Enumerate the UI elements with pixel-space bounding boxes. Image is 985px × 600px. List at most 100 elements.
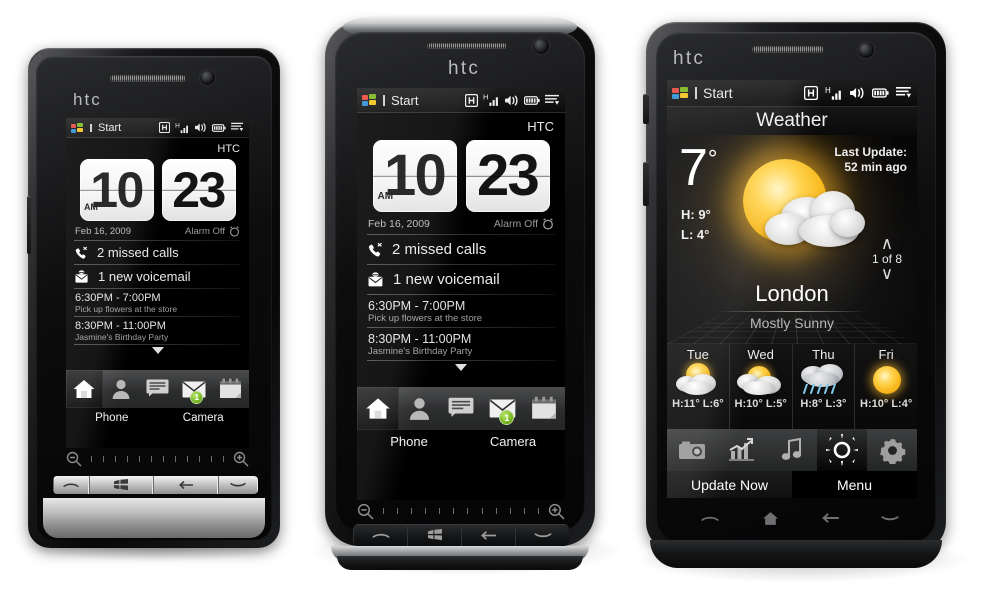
end-call-key[interactable] [860, 504, 920, 532]
dock-item-mail[interactable]: 1 [176, 370, 213, 408]
dock-item-camera[interactable] [667, 429, 717, 471]
send-call-key[interactable] [680, 504, 740, 532]
hsdpa-signal-icon[interactable]: H [175, 122, 189, 134]
dock-item-stocks[interactable] [717, 429, 767, 471]
volume-rocker[interactable] [27, 196, 31, 254]
status-icons[interactable]: H [465, 93, 565, 107]
volume-mute-icon[interactable] [849, 86, 865, 100]
phone-right-screen[interactable]: Start H Weather 7° H: 9° L: 4° Last Upda… [667, 80, 917, 498]
hsdpa-signal-icon[interactable]: H [825, 86, 842, 101]
softkey-right[interactable]: Camera [158, 408, 250, 429]
phone-middle-screen[interactable]: Start H HTC 10 AM 23 Feb 16, 2009 Alarm … [357, 88, 565, 500]
back-key[interactable] [800, 504, 860, 532]
condition-label: Mostly Sunny [749, 315, 835, 331]
dock-item-settings[interactable] [867, 429, 917, 471]
dock-item-messages[interactable] [139, 370, 176, 408]
app-dock[interactable] [667, 429, 917, 471]
notification-voicemail[interactable]: 1 new voicemail [66, 265, 249, 288]
hsdpa-signal-icon[interactable]: H [483, 93, 499, 107]
softkey-right[interactable]: Camera [461, 430, 565, 454]
appointment-1[interactable]: 6:30PM - 7:00PM Pick up flowers at the s… [357, 295, 565, 327]
forecast-day[interactable]: Thu H:8° L:3° [793, 344, 856, 429]
zoom-strip[interactable] [66, 448, 249, 470]
expand-caret-icon[interactable] [151, 347, 164, 354]
battery-icon[interactable] [872, 87, 889, 99]
front-camera-icon [533, 38, 549, 54]
back-key[interactable] [461, 524, 515, 546]
softkey-left[interactable]: Phone [357, 430, 461, 454]
status-bar[interactable]: Start H [667, 80, 917, 107]
home-key[interactable] [740, 504, 800, 532]
flip-clock[interactable]: 10 AM 23 [66, 159, 249, 221]
send-call-key[interactable] [353, 524, 407, 546]
softkey-update-now[interactable]: Update Now [667, 471, 792, 498]
zoom-strip[interactable] [357, 500, 565, 522]
bluetooth-h-icon[interactable] [159, 122, 170, 133]
dock-item-weather[interactable] [817, 429, 867, 471]
forecast-day[interactable]: Wed H:10° L:5° [730, 344, 793, 429]
hardware-key-row[interactable] [353, 524, 569, 546]
softkey-bar[interactable]: Phone Camera [66, 408, 249, 429]
forecast-day[interactable]: Fri H:10° L:4° [855, 344, 917, 429]
last-update-label: Last Update: [834, 145, 907, 159]
appointment-2[interactable]: 8:30PM - 11:00PM Jasmine's Birthday Part… [357, 328, 565, 360]
notification-missed-calls[interactable]: 2 missed calls [357, 235, 565, 264]
dock-item-home[interactable] [357, 387, 399, 430]
dock-item-mail[interactable]: 1 [482, 387, 524, 430]
softkey-menu[interactable]: Menu [792, 471, 917, 498]
battery-icon[interactable] [524, 95, 540, 106]
dock-item-contacts[interactable] [103, 370, 140, 408]
notification-list-icon[interactable] [231, 122, 244, 133]
dock-item-calendar[interactable] [523, 387, 565, 430]
hardware-key-row[interactable] [53, 476, 258, 494]
forecast-day[interactable]: Tue H:11° L:6° [667, 344, 730, 429]
status-icons[interactable]: H [159, 122, 249, 134]
bluetooth-h-icon[interactable] [804, 86, 818, 100]
notification-voicemail[interactable]: 1 new voicemail [357, 265, 565, 294]
volume-mute-icon[interactable] [194, 122, 207, 133]
alarm-status[interactable]: Alarm Off [185, 226, 240, 237]
start-button[interactable]: Start [357, 93, 418, 108]
softkey-bar[interactable]: Phone Camera [357, 430, 565, 454]
status-icons[interactable]: H [804, 86, 917, 101]
pager-down-icon[interactable]: ∨ [863, 265, 911, 282]
battery-icon[interactable] [212, 123, 226, 133]
start-button[interactable]: Start [66, 122, 121, 134]
dock-item-messages[interactable] [440, 387, 482, 430]
end-call-key[interactable] [218, 476, 258, 494]
back-key[interactable] [153, 476, 219, 494]
appointment-1[interactable]: 6:30PM - 7:00PM Pick up flowers at the s… [66, 289, 249, 316]
power-button[interactable] [643, 162, 649, 206]
city-pager[interactable]: ∧ 1 of 8 ∨ [863, 235, 911, 282]
status-bar[interactable]: Start H [357, 88, 565, 113]
end-call-key[interactable] [515, 524, 569, 546]
volume-mute-icon[interactable] [504, 94, 519, 107]
status-bar[interactable]: Start H [66, 118, 249, 138]
pager-up-icon[interactable]: ∧ [863, 235, 911, 252]
weather-current-panel[interactable]: 7° H: 9° L: 4° Last Update: 52 min ago ∧… [667, 135, 917, 344]
home-dock[interactable]: 1 [66, 370, 249, 408]
softkey-left[interactable]: Phone [66, 408, 158, 429]
appointment-2[interactable]: 8:30PM - 11:00PM Jasmine's Birthday Part… [66, 317, 249, 344]
windows-start-key[interactable] [88, 476, 154, 494]
dock-item-calendar[interactable] [212, 370, 249, 408]
softkey-bar[interactable]: Update Now Menu [667, 471, 917, 498]
volume-rocker[interactable] [643, 94, 649, 124]
alarm-status[interactable]: Alarm Off [494, 218, 554, 230]
dock-item-music[interactable] [767, 429, 817, 471]
bluetooth-h-icon[interactable] [465, 93, 478, 107]
forecast-strip[interactable]: Tue H:11° L:6° Wed H:10° L:5° Thu H:8° L… [667, 344, 917, 429]
dock-item-home[interactable] [66, 370, 103, 408]
phone-left-screen[interactable]: Start H HTC 10 AM 23 Feb 16, 2009 Alarm … [66, 118, 249, 448]
hardware-key-row[interactable] [680, 504, 920, 532]
windows-start-key[interactable] [407, 524, 461, 546]
home-dock[interactable]: 1 [357, 387, 565, 430]
notification-list-icon[interactable] [896, 86, 912, 100]
expand-caret-icon[interactable] [455, 364, 467, 371]
flip-clock[interactable]: 10 AM 23 [357, 140, 565, 212]
dock-item-contacts[interactable] [399, 387, 441, 430]
start-button[interactable]: Start [667, 85, 733, 101]
send-call-key[interactable] [53, 476, 89, 494]
notification-list-icon[interactable] [545, 94, 560, 107]
notification-missed-calls[interactable]: 2 missed calls [66, 241, 249, 264]
